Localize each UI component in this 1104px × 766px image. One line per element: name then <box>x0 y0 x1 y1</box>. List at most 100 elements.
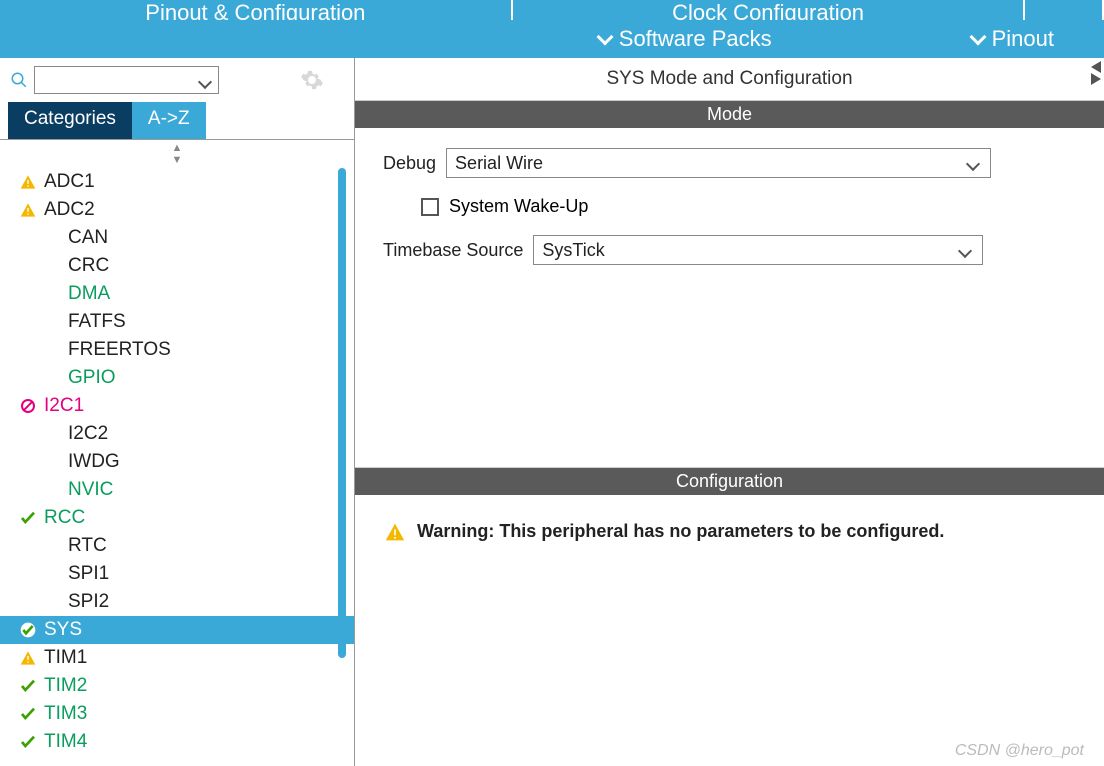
status-icon <box>44 566 60 582</box>
config-title: SYS Mode and Configuration <box>355 58 1104 101</box>
search-icon <box>10 71 28 89</box>
scrollbar[interactable] <box>338 168 346 658</box>
status-icon <box>44 454 60 470</box>
wakeup-row: System Wake-Up <box>421 196 1076 217</box>
resize-grip-icon[interactable]: ▲▼ <box>0 140 354 168</box>
panel-scroll-arrows[interactable] <box>1090 62 1102 84</box>
watermark: CSDN @hero_pot <box>955 742 1084 760</box>
tab-alphabetical[interactable]: A->Z <box>132 102 206 139</box>
sub-tab-software-packs[interactable]: Software Packs <box>599 26 772 52</box>
status-icon <box>44 342 60 358</box>
sub-tab-bar: Software Packs Pinout <box>0 20 1104 58</box>
status-icon <box>44 258 60 274</box>
chevron-down-icon <box>596 29 613 46</box>
sub-tab-label: Pinout <box>992 26 1054 52</box>
periph-label: CAN <box>68 227 108 249</box>
periph-item-freertos[interactable]: FREERTOS <box>0 336 354 364</box>
status-icon <box>44 370 60 386</box>
arrow-left-icon <box>1091 61 1101 73</box>
debug-row: Debug Serial Wire <box>383 148 1076 178</box>
status-icon <box>44 482 60 498</box>
status-icon <box>20 650 36 666</box>
status-icon <box>20 398 36 414</box>
periph-item-rtc[interactable]: RTC <box>0 532 354 560</box>
periph-label: RTC <box>68 535 107 557</box>
periph-label: DMA <box>68 283 110 305</box>
periph-item-spi1[interactable]: SPI1 <box>0 560 354 588</box>
arrow-right-icon <box>1091 73 1101 85</box>
config-section-header: Configuration <box>355 468 1104 495</box>
status-icon <box>44 230 60 246</box>
periph-item-can[interactable]: CAN <box>0 224 354 252</box>
periph-item-adc1[interactable]: ADC1 <box>0 168 354 196</box>
status-icon <box>20 202 36 218</box>
peripheral-list: ADC1 ADC2 CAN CRC DMA FATFS FREERTOS GPIO I2C1 I2… <box>0 168 354 766</box>
periph-label: ADC2 <box>44 199 95 221</box>
warning-row: Warning: This peripheral has no paramete… <box>385 521 1074 542</box>
periph-item-spi2[interactable]: SPI2 <box>0 588 354 616</box>
periph-label: TIM4 <box>44 731 87 753</box>
periph-label: ADC1 <box>44 171 95 193</box>
wakeup-checkbox[interactable] <box>421 198 439 216</box>
periph-item-sys[interactable]: SYS <box>0 616 354 644</box>
tab-pinout-config[interactable]: Pinout & Configuration <box>0 0 513 20</box>
periph-label: I2C2 <box>68 423 108 445</box>
status-icon <box>44 594 60 610</box>
status-icon <box>20 174 36 190</box>
periph-item-adc2[interactable]: ADC2 <box>0 196 354 224</box>
wakeup-label: System Wake-Up <box>449 196 588 217</box>
periph-item-iwdg[interactable]: IWDG <box>0 448 354 476</box>
periph-item-fatfs[interactable]: FATFS <box>0 308 354 336</box>
periph-item-nvic[interactable]: NVIC <box>0 476 354 504</box>
warning-text: Warning: This peripheral has no paramete… <box>417 521 944 542</box>
mode-panel: Debug Serial Wire System Wake-Up Timebas… <box>355 128 1104 468</box>
periph-item-tim2[interactable]: TIM2 <box>0 672 354 700</box>
config-panel: Warning: This peripheral has no paramete… <box>355 495 1104 568</box>
sub-tab-pinout[interactable]: Pinout <box>972 26 1054 52</box>
debug-dropdown[interactable]: Serial Wire <box>446 148 991 178</box>
left-panel: Categories A->Z ▲▼ ADC1 ADC2 CAN CRC DMA FATF… <box>0 58 355 766</box>
status-icon <box>20 678 36 694</box>
periph-label: SPI2 <box>68 591 109 613</box>
periph-label: FATFS <box>68 311 126 333</box>
periph-item-i2c1[interactable]: I2C1 <box>0 392 354 420</box>
periph-item-dma[interactable]: DMA <box>0 280 354 308</box>
timebase-label: Timebase Source <box>383 240 523 261</box>
periph-label: IWDG <box>68 451 120 473</box>
periph-label: RCC <box>44 507 85 529</box>
status-icon <box>44 286 60 302</box>
status-icon <box>44 538 60 554</box>
debug-label: Debug <box>383 153 436 174</box>
periph-label: SPI1 <box>68 563 109 585</box>
chevron-down-icon <box>969 29 986 46</box>
periph-label: TIM1 <box>44 647 87 669</box>
tab-third[interactable] <box>1025 0 1104 20</box>
sub-tab-label: Software Packs <box>619 26 772 52</box>
periph-label: I2C1 <box>44 395 84 417</box>
periph-item-tim3[interactable]: TIM3 <box>0 700 354 728</box>
periph-item-tim1[interactable]: TIM1 <box>0 644 354 672</box>
periph-label: FREERTOS <box>68 339 171 361</box>
filter-tabs: Categories A->Z <box>0 102 354 140</box>
status-icon <box>44 426 60 442</box>
periph-label: CRC <box>68 255 109 277</box>
status-icon <box>20 706 36 722</box>
tab-categories[interactable]: Categories <box>8 102 132 139</box>
search-row <box>0 58 354 102</box>
periph-item-i2c2[interactable]: I2C2 <box>0 420 354 448</box>
periph-item-gpio[interactable]: GPIO <box>0 364 354 392</box>
periph-label: GPIO <box>68 367 116 389</box>
status-icon <box>20 734 36 750</box>
tab-clock-config[interactable]: Clock Configuration <box>513 0 1026 20</box>
top-tab-bar: Pinout & Configuration Clock Configurati… <box>0 0 1104 20</box>
timebase-row: Timebase Source SysTick <box>383 235 1076 265</box>
periph-item-rcc[interactable]: RCC <box>0 504 354 532</box>
periph-item-crc[interactable]: CRC <box>0 252 354 280</box>
status-icon <box>20 622 36 638</box>
periph-item-tim4[interactable]: TIM4 <box>0 728 354 756</box>
gear-icon[interactable] <box>300 68 324 92</box>
timebase-dropdown[interactable]: SysTick <box>533 235 983 265</box>
warning-icon <box>385 522 405 542</box>
search-select[interactable] <box>34 66 219 94</box>
periph-label: TIM3 <box>44 703 87 725</box>
